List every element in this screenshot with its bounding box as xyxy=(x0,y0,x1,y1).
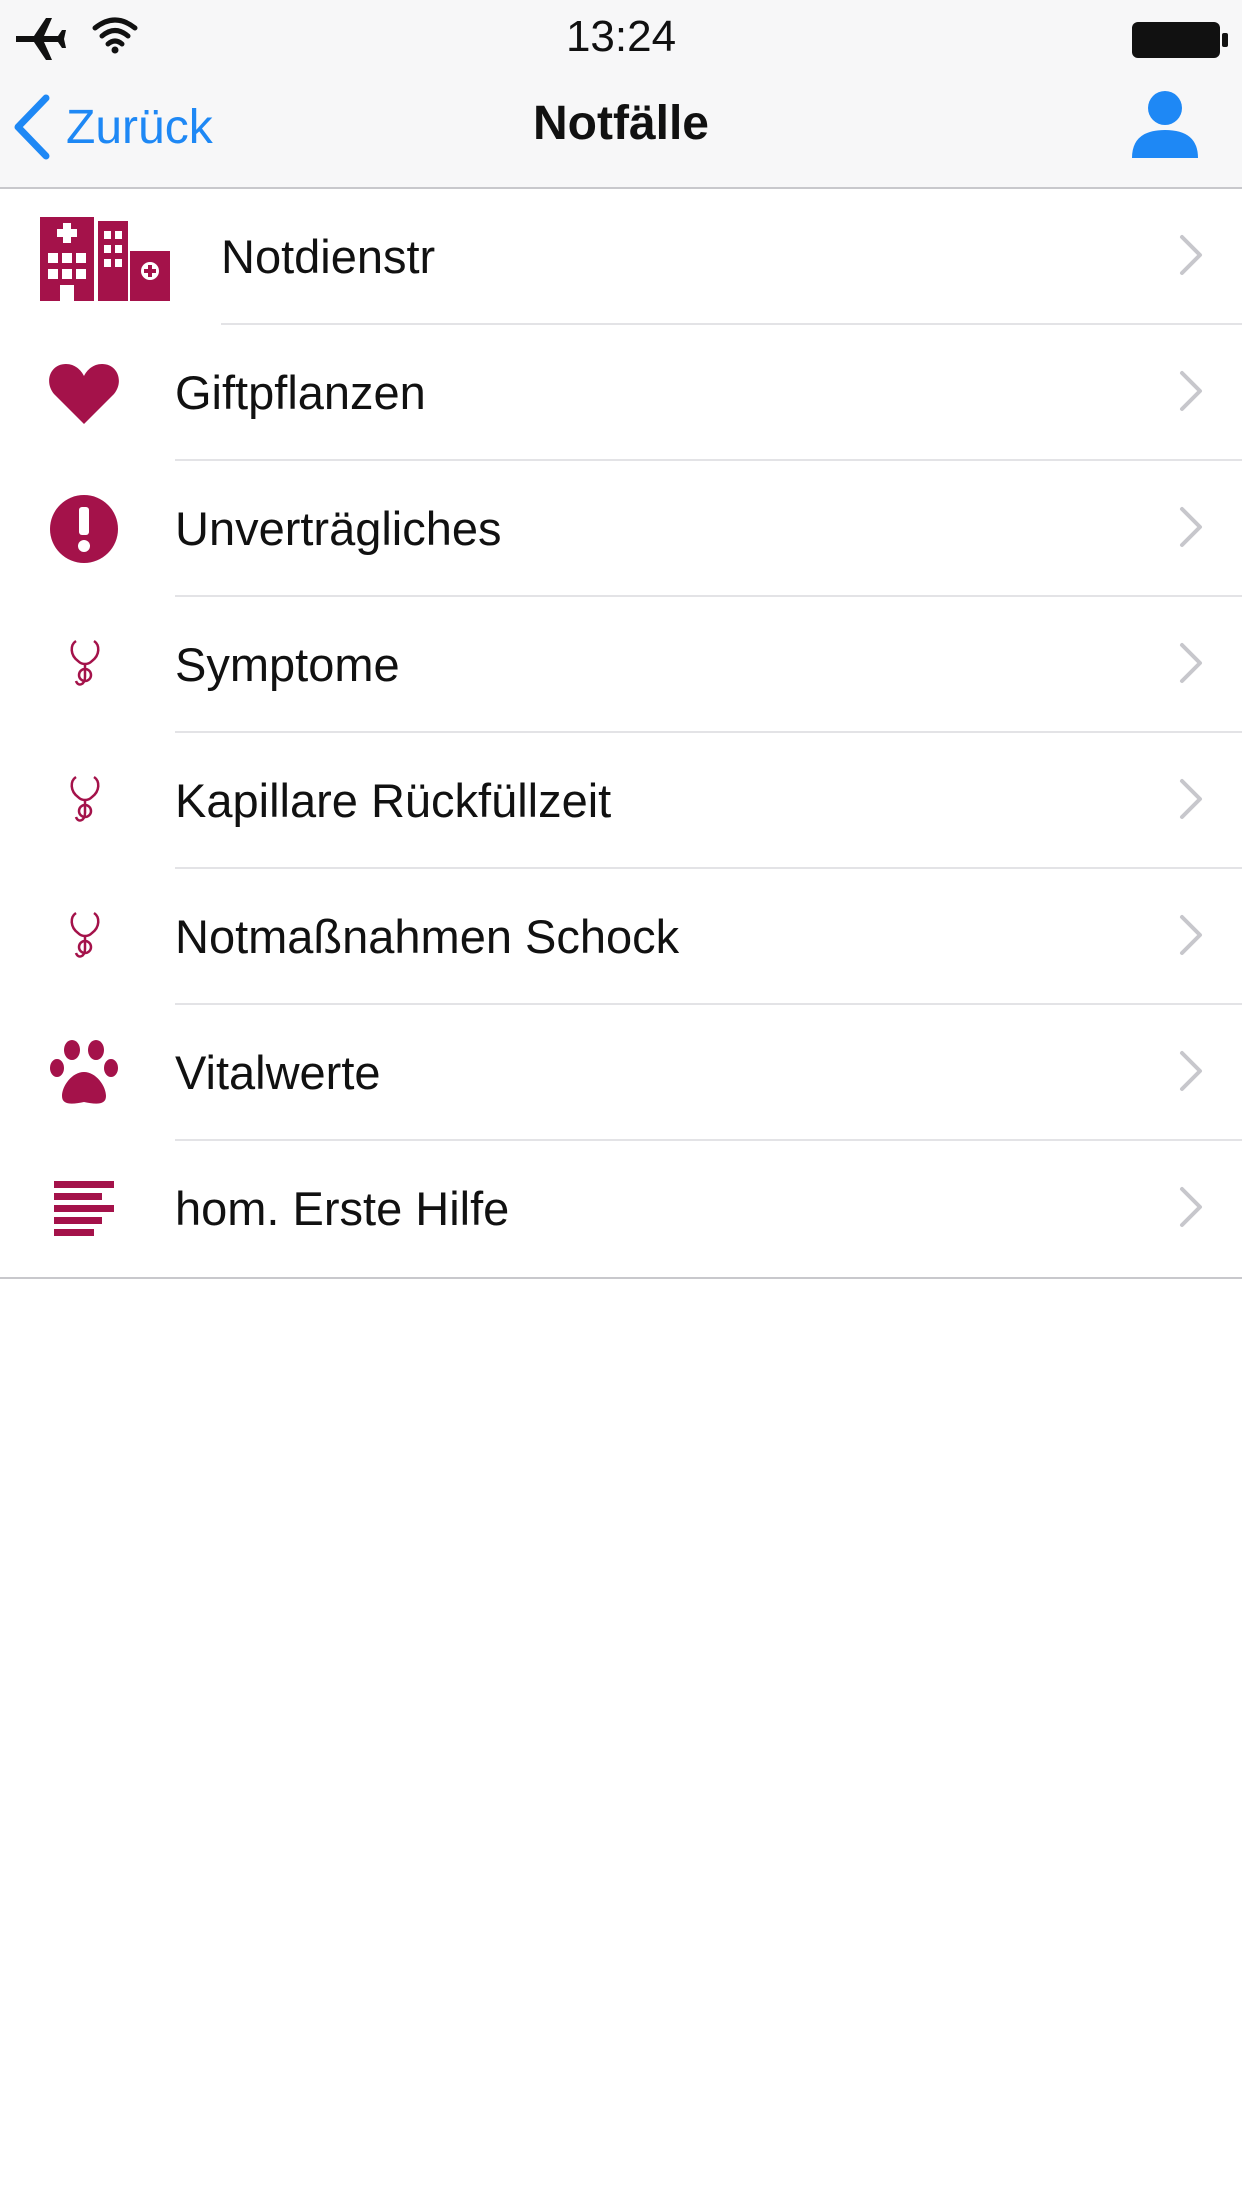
profile-icon[interactable] xyxy=(1128,88,1202,165)
list-item-label: Notdienstr xyxy=(221,230,436,283)
alert-icon xyxy=(48,461,120,597)
chevron-right-icon xyxy=(1180,779,1202,819)
list-item-hom-erste-hilfe[interactable]: hom. Erste Hilfe xyxy=(0,1141,1242,1277)
hospital-icon xyxy=(38,189,172,325)
list-item-unvertraegliches[interactable]: Unverträgliches xyxy=(0,461,1242,597)
list-item-notdienstr[interactable]: Notdienstr xyxy=(0,189,1242,325)
chevron-right-icon xyxy=(1180,915,1202,955)
stethoscope-icon xyxy=(60,597,110,733)
list-item-giftpflanzen[interactable]: Giftpflanzen xyxy=(0,325,1242,461)
list-item-kapillare-rueckfuellzeit[interactable]: Kapillare Rückfüllzeit xyxy=(0,733,1242,869)
list-item-label: Symptome xyxy=(175,638,400,691)
list-item-label: Vitalwerte xyxy=(175,1046,381,1099)
chevron-right-icon xyxy=(1180,643,1202,683)
battery-icon xyxy=(1130,20,1230,65)
chevron-right-icon xyxy=(1180,507,1202,547)
navigation-header: 13:24 Zurück Notfälle xyxy=(0,0,1242,189)
emergency-menu-list: Notdienstr Giftpflanzen Unverträgliches xyxy=(0,189,1242,1279)
list-item-notmassnahmen-schock[interactable]: Notmaßnahmen Schock xyxy=(0,869,1242,1005)
chevron-right-icon xyxy=(1180,1051,1202,1091)
list-bottom-border xyxy=(0,1277,1242,1279)
list-item-label: Unverträgliches xyxy=(175,502,502,555)
chevron-right-icon xyxy=(1180,235,1202,275)
stethoscope-icon xyxy=(60,869,110,1005)
list-item-vitalwerte[interactable]: Vitalwerte xyxy=(0,1005,1242,1141)
chevron-right-icon xyxy=(1180,1187,1202,1227)
paw-icon xyxy=(46,1005,122,1141)
heart-icon xyxy=(46,325,122,461)
chevron-right-icon xyxy=(1180,371,1202,411)
text-lines-icon xyxy=(52,1141,116,1277)
stethoscope-icon xyxy=(60,733,110,869)
list-item-label: Notmaßnahmen Schock xyxy=(175,910,680,963)
list-item-label: Giftpflanzen xyxy=(175,366,426,419)
list-item-label: Kapillare Rückfüllzeit xyxy=(175,774,612,827)
page-title: Notfälle xyxy=(532,97,709,150)
list-item-label: hom. Erste Hilfe xyxy=(175,1182,510,1235)
status-bar: 13:24 xyxy=(0,0,1242,78)
status-time: 13:24 xyxy=(565,12,677,61)
list-item-symptome[interactable]: Symptome xyxy=(0,597,1242,733)
